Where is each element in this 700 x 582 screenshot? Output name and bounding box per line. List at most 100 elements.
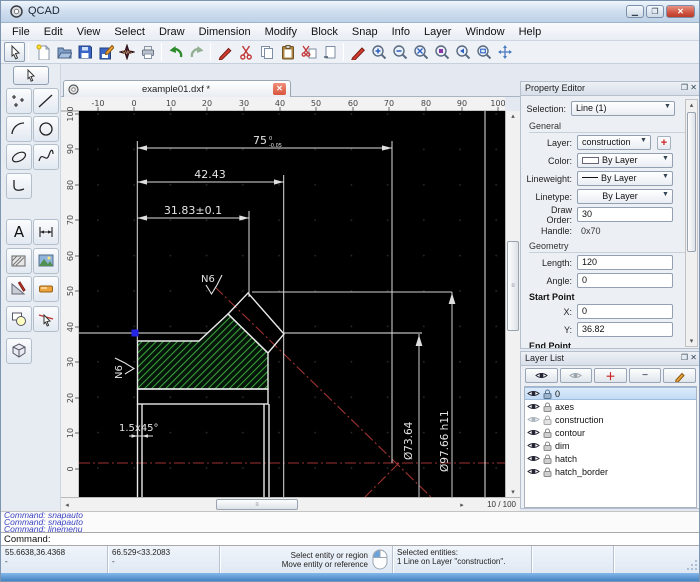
- selection-grip[interactable]: [132, 330, 139, 337]
- show-all-layers-button[interactable]: [525, 368, 558, 383]
- menu-info[interactable]: Info: [385, 25, 417, 39]
- toolbox-selection-button[interactable]: [13, 66, 49, 85]
- menu-view[interactable]: View: [70, 25, 108, 39]
- panel-float-icon[interactable]: ❐: [681, 83, 688, 92]
- scroll-up-arrow[interactable]: ▴: [686, 101, 697, 109]
- point-tools-button[interactable]: [6, 88, 32, 114]
- pan-button[interactable]: [494, 42, 515, 62]
- redo-button[interactable]: [186, 42, 207, 62]
- save-button[interactable]: [74, 42, 95, 62]
- layer-row-hatch-border[interactable]: hatch_border: [525, 465, 696, 478]
- title-bar[interactable]: QCAD ▁ ❐ ✕: [1, 1, 699, 23]
- scroll-down-arrow[interactable]: ▾: [506, 488, 520, 496]
- ellipse-tools-button[interactable]: [6, 144, 32, 170]
- open-file-button[interactable]: [53, 42, 74, 62]
- start-y-input[interactable]: 36.82: [577, 322, 673, 337]
- scroll-left-arrow[interactable]: ◂: [62, 501, 72, 509]
- layer-combo[interactable]: construction▼: [577, 135, 651, 150]
- circle-tools-button[interactable]: [33, 116, 59, 142]
- zoom-page-button[interactable]: [473, 42, 494, 62]
- spline-tools-button[interactable]: [33, 144, 59, 170]
- menu-draw[interactable]: Draw: [152, 25, 192, 39]
- arc-tools-button[interactable]: [6, 116, 32, 142]
- menu-file[interactable]: File: [5, 25, 37, 39]
- start-x-input[interactable]: 0: [577, 304, 673, 319]
- vertical-scroll-thumb[interactable]: ≡: [507, 241, 519, 331]
- modify-tools-button[interactable]: [33, 306, 59, 332]
- cut-with-reference-button[interactable]: [298, 42, 319, 62]
- auto-zoom-button[interactable]: [410, 42, 431, 62]
- panel-close-icon[interactable]: ✕: [690, 83, 697, 92]
- linetype-combo[interactable]: By Layer▼: [577, 189, 673, 204]
- cut-button[interactable]: [235, 42, 256, 62]
- menu-modify[interactable]: Modify: [258, 25, 304, 39]
- undo-button[interactable]: [165, 42, 186, 62]
- paste-with-reference-button[interactable]: [319, 42, 340, 62]
- draw-order-tools-button[interactable]: [33, 276, 59, 302]
- menu-snap[interactable]: Snap: [345, 25, 385, 39]
- previous-view-button[interactable]: [452, 42, 473, 62]
- add-layer-button[interactable]: ＋: [594, 368, 627, 383]
- image-tool-button[interactable]: [33, 248, 59, 274]
- layer-row-hatch[interactable]: hatch: [525, 452, 696, 465]
- zoom-in-button[interactable]: [368, 42, 389, 62]
- drawing-canvas[interactable]: -100 1020 3040 5060 7080 90100: [61, 97, 505, 497]
- scroll-right-arrow[interactable]: ▸: [457, 501, 467, 509]
- color-combo[interactable]: By Layer▼: [577, 153, 673, 168]
- new-file-button[interactable]: [32, 42, 53, 62]
- layer-row-dim[interactable]: dim: [525, 439, 696, 452]
- text-tool-button[interactable]: A: [6, 219, 32, 245]
- polyline-tools-button[interactable]: [6, 173, 32, 199]
- horizontal-scrollbar[interactable]: ◂ ≡ ▸: [61, 497, 468, 511]
- line-tools-button[interactable]: [33, 88, 59, 114]
- add-layer-button[interactable]: +: [657, 136, 671, 150]
- measure-tools-button[interactable]: [6, 276, 32, 302]
- scroll-down-arrow[interactable]: ▾: [686, 337, 697, 345]
- save-as-button[interactable]: [95, 42, 116, 62]
- edit-layer-button[interactable]: [663, 368, 696, 383]
- export-svg-button[interactable]: SVG: [116, 42, 137, 62]
- menu-dimension[interactable]: Dimension: [192, 25, 258, 39]
- layer-row-0[interactable]: 0: [525, 387, 696, 400]
- property-scroll-thumb[interactable]: [687, 112, 696, 252]
- property-editor-title[interactable]: Property Editor ❐ ✕: [521, 82, 700, 96]
- menu-block[interactable]: Block: [304, 25, 345, 39]
- menu-window[interactable]: Window: [458, 25, 511, 39]
- angle-input[interactable]: 0: [577, 273, 673, 288]
- tab-close-button[interactable]: ✕: [273, 83, 286, 95]
- selection-combo[interactable]: Line (1)▼: [571, 101, 675, 116]
- menu-select[interactable]: Select: [107, 25, 152, 39]
- layer-row-axes[interactable]: axes: [525, 400, 696, 413]
- command-input[interactable]: Command:: [1, 532, 700, 546]
- paste-button[interactable]: [277, 42, 298, 62]
- resize-grip[interactable]: [686, 559, 698, 571]
- length-input[interactable]: 120: [577, 255, 673, 270]
- layer-row-contour[interactable]: contour: [525, 426, 696, 439]
- panel-float-icon[interactable]: ❐: [681, 353, 688, 362]
- close-button[interactable]: ✕: [666, 5, 695, 18]
- panel-close-icon[interactable]: ✕: [690, 353, 697, 362]
- solid-tools-button[interactable]: [6, 338, 32, 364]
- menu-edit[interactable]: Edit: [37, 25, 70, 39]
- lineweight-combo[interactable]: By Layer▼: [577, 171, 673, 186]
- scroll-up-arrow[interactable]: ▴: [506, 112, 520, 120]
- hide-all-layers-button[interactable]: [560, 368, 593, 383]
- draw-order-input[interactable]: 30: [577, 207, 673, 222]
- menu-layer[interactable]: Layer: [417, 25, 459, 39]
- property-editor-scrollbar[interactable]: ▴ ▾: [685, 99, 698, 347]
- maximize-button[interactable]: ❐: [646, 5, 664, 18]
- edit-pencil-button[interactable]: [214, 42, 235, 62]
- zoom-out-button[interactable]: [389, 42, 410, 62]
- zoom-selection-button[interactable]: [431, 42, 452, 62]
- layer-list-title[interactable]: Layer List ❐ ✕: [521, 352, 700, 366]
- hatch-tool-button[interactable]: [6, 248, 32, 274]
- dimension-tools-button[interactable]: [33, 219, 59, 245]
- print-button[interactable]: [137, 42, 158, 62]
- draw-pencil-button[interactable]: [347, 42, 368, 62]
- menu-help[interactable]: Help: [512, 25, 549, 39]
- remove-layer-button[interactable]: −: [629, 368, 662, 383]
- copy-button[interactable]: [256, 42, 277, 62]
- vertical-scrollbar[interactable]: ▴ ≡ ▾: [505, 111, 520, 497]
- layer-row-construction[interactable]: construction: [525, 413, 696, 426]
- shape-tools-button[interactable]: [6, 306, 32, 332]
